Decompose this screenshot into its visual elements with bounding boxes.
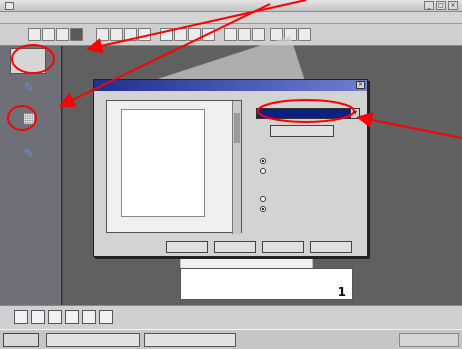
copy-icon[interactable]: [110, 28, 123, 41]
status-buttons: [14, 310, 113, 324]
save-icon[interactable]: [56, 28, 69, 41]
undo-icon[interactable]: [138, 28, 151, 41]
line-tool-icon[interactable]: [188, 28, 201, 41]
preview-scroll-thumb[interactable]: [234, 113, 240, 143]
toolbar-file-group: [28, 28, 83, 41]
cut-icon[interactable]: [96, 28, 109, 41]
text-tool-icon[interactable]: [174, 28, 187, 41]
view-single-page-icon[interactable]: [14, 310, 28, 324]
new-file-icon[interactable]: [28, 28, 41, 41]
side-top-button[interactable]: [10, 48, 46, 74]
binding-option-2[interactable]: [260, 206, 269, 212]
view-spread-icon[interactable]: [48, 310, 62, 324]
document-footer-box[interactable]: 1: [180, 268, 353, 300]
radio-unselected-icon: [260, 196, 266, 202]
help-button[interactable]: [310, 241, 352, 253]
pen-tool-icon[interactable]: [82, 310, 96, 324]
side-item-1[interactable]: ✎: [6, 82, 52, 98]
page-layout-icon: ▦: [22, 111, 36, 126]
side-item-2[interactable]: ▦: [6, 112, 52, 128]
ok-button[interactable]: [166, 241, 208, 253]
grid-icon[interactable]: [224, 28, 237, 41]
binding-option-1[interactable]: [260, 196, 269, 202]
radio-selected-icon: [260, 206, 266, 212]
orientation-option-2[interactable]: [260, 168, 269, 174]
app-window: _ □ × ✎ ▦ ✎ 1 × ▼: [0, 0, 462, 349]
dialog-buttons: [166, 241, 352, 253]
page-number: 1: [337, 285, 346, 299]
window-controls: _ □ ×: [424, 1, 458, 10]
title-bar: _ □ ×: [0, 0, 462, 12]
side-panel: ✎ ▦ ✎: [0, 46, 62, 305]
view-two-page-icon[interactable]: [31, 310, 45, 324]
print-icon[interactable]: [70, 28, 83, 41]
side-item-3[interactable]: ✎: [6, 148, 52, 164]
taskbar: [0, 329, 462, 349]
maximize-button[interactable]: □: [436, 1, 446, 10]
radio-unselected-icon: [260, 168, 266, 174]
brush-tool-icon[interactable]: [99, 310, 113, 324]
align-right-icon[interactable]: [298, 28, 311, 41]
status-bar: [0, 305, 462, 329]
taskbar-item-1[interactable]: [46, 333, 140, 347]
app-icon: [5, 2, 14, 10]
start-button[interactable]: [3, 333, 39, 347]
pen-icon: ✎: [23, 147, 35, 162]
page-setup-dialog: × ▼: [93, 79, 368, 257]
toolbar: [0, 24, 462, 46]
zoom-icon[interactable]: [202, 28, 215, 41]
chevron-down-icon[interactable]: ▼: [350, 109, 359, 118]
radio-selected-icon: [260, 158, 266, 164]
preview-page: [121, 109, 205, 217]
paste-icon[interactable]: [124, 28, 137, 41]
close-window-button[interactable]: ×: [448, 1, 458, 10]
orientation-option-1[interactable]: [260, 158, 269, 164]
cancel-button[interactable]: [214, 241, 256, 253]
wrench-icon: ✎: [23, 81, 35, 96]
palette-icon[interactable]: [252, 28, 265, 41]
dialog-title-bar: ×: [94, 80, 367, 91]
minimize-button[interactable]: _: [424, 1, 434, 10]
menu-bar: [0, 12, 462, 24]
detail-settings-button[interactable]: [270, 125, 334, 137]
preview-scrollbar[interactable]: [232, 101, 241, 234]
open-folder-icon[interactable]: [42, 28, 55, 41]
system-tray: [399, 333, 459, 347]
taskbar-item-2[interactable]: [144, 333, 236, 347]
paper-size-select[interactable]: ▼: [256, 108, 360, 119]
layer-icon[interactable]: [238, 28, 251, 41]
toolbar-edit-group: [96, 28, 151, 41]
pointer-icon[interactable]: [160, 28, 173, 41]
toolbar-tool-group: [160, 28, 215, 41]
toolbar-view-group: [224, 28, 265, 41]
page-preview: [106, 100, 242, 234]
view-thumbnail-icon[interactable]: [65, 310, 79, 324]
default-button[interactable]: [262, 241, 304, 253]
dialog-close-button[interactable]: ×: [356, 81, 365, 89]
